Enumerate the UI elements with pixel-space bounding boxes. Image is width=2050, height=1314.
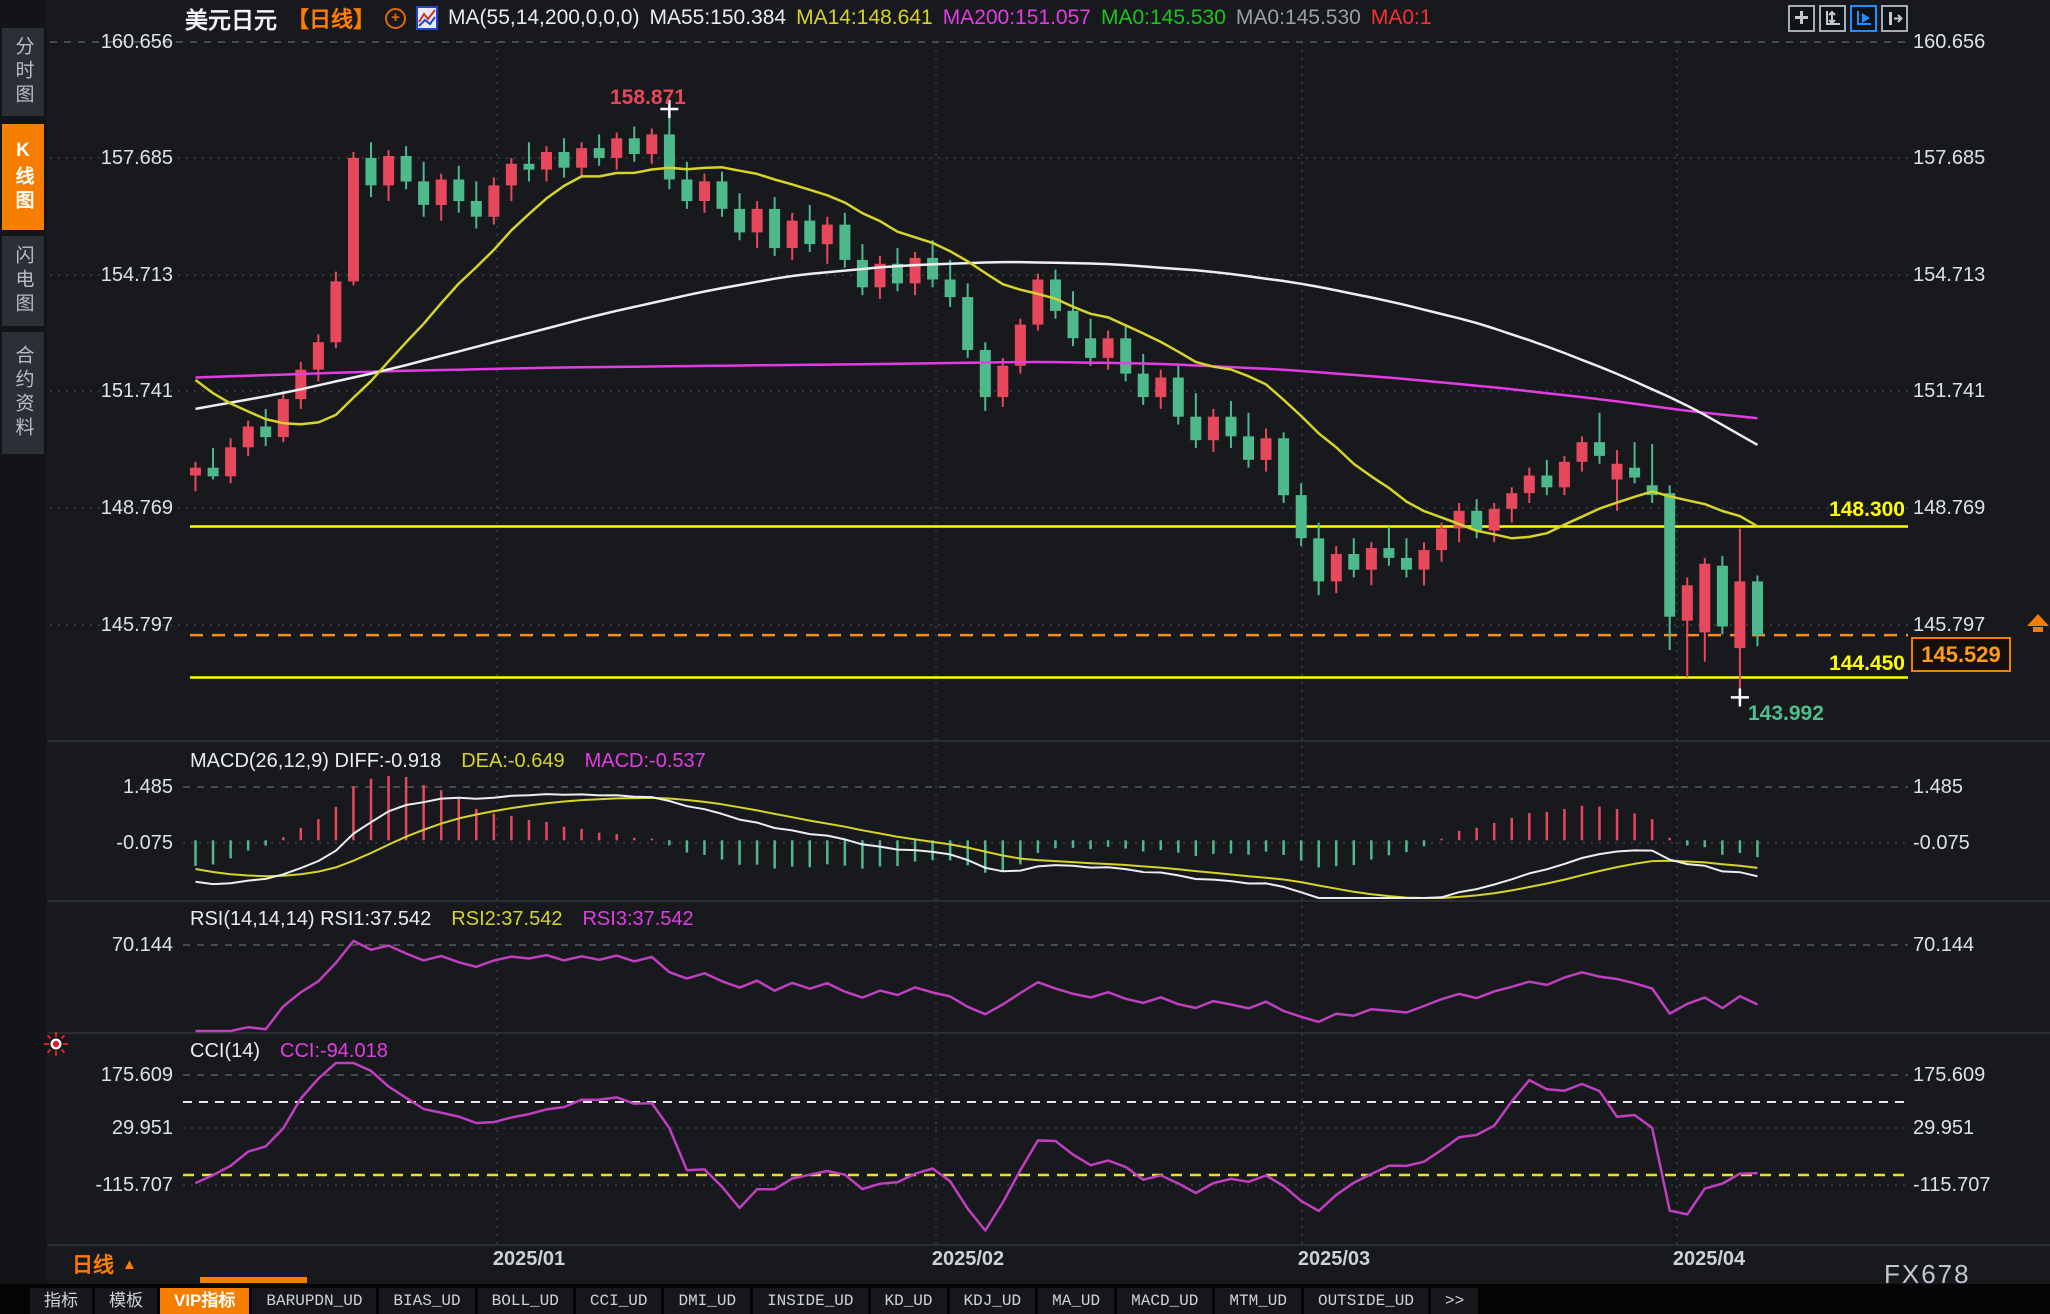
rsi3-value: RSI3:37.542 — [582, 908, 693, 931]
shift-bar-icon[interactable] — [1881, 5, 1908, 32]
price-axis-label: 154.713 — [45, 263, 173, 287]
macd-diff-value: DIFF:-0.918 — [335, 750, 442, 772]
chart-toolbar — [1788, 5, 1908, 32]
price-axis-label: 148.769 — [45, 496, 173, 520]
price-axis-label: 145.797 — [1913, 613, 1985, 637]
resistance-level-label: 148.300 — [1700, 498, 1905, 522]
month-axis-label: 2025/04 — [1649, 1248, 1769, 1271]
add-compare-icon[interactable]: + — [385, 8, 406, 29]
macd-axis-label: 1.485 — [45, 775, 173, 799]
period-tag: 【日线】 — [287, 2, 375, 34]
cci-axis-label: 175.609 — [45, 1063, 173, 1087]
axis-range-icon[interactable] — [1819, 5, 1846, 32]
indicator-tab-指标[interactable]: 指标 — [30, 1288, 92, 1314]
macd-macd-value: MACD:-0.537 — [585, 750, 706, 773]
indicator-tab-BARUPDN_UD[interactable]: BARUPDN_UD — [252, 1288, 376, 1314]
macd-axis-label: -0.075 — [45, 831, 173, 855]
indicator-tab-CCI_UD[interactable]: CCI_UD — [576, 1288, 662, 1314]
rsi2-value: RSI2:37.542 — [451, 908, 562, 931]
indicator-tab-BOLL_UD[interactable]: BOLL_UD — [478, 1288, 573, 1314]
cci-value: CCI:-94.018 — [280, 1040, 388, 1063]
rsi-panel-header: RSI(14,14,14) RSI1:37.542 RSI2:37.542 RS… — [190, 908, 694, 931]
chart-canvas[interactable] — [0, 0, 2050, 1284]
rsi-axis-label: 70.144 — [1913, 933, 1974, 957]
rsi-axis-label: 70.144 — [45, 933, 173, 957]
period-dropdown-arrow: ▲ — [122, 1256, 137, 1273]
crosshair-target-icon[interactable] — [44, 1032, 68, 1056]
indicator-tab-MA_UD[interactable]: MA_UD — [1038, 1288, 1114, 1314]
macd-title: MACD(26,12,9) — [190, 750, 329, 772]
price-axis-label: 145.797 — [45, 613, 173, 637]
cci-axis-label: -115.707 — [45, 1173, 173, 1197]
indicator-tab-MACD_UD[interactable]: MACD_UD — [1117, 1288, 1212, 1314]
rsi1-value: RSI1:37.542 — [320, 908, 431, 930]
cci-axis-label: 175.609 — [1913, 1063, 1985, 1087]
ma0-green-value: MA0:145.530 — [1101, 6, 1226, 30]
axis-play-icon[interactable] — [1850, 5, 1877, 32]
cci-title: CCI(14) — [190, 1040, 260, 1063]
move-cross-icon[interactable] — [1788, 5, 1815, 32]
price-axis-label: 151.741 — [45, 379, 173, 403]
trading-app-window: 分时图 K线图闪电图合约资料 美元日元 【日线】 + MA(55,14,200,0… — [0, 0, 2050, 1314]
indicator-tab-OUTSIDE_UD[interactable]: OUTSIDE_UD — [1304, 1288, 1428, 1314]
macd-axis-label: -0.075 — [1913, 831, 1970, 855]
ma14-value: MA14:148.641 — [796, 6, 933, 30]
indicator-tab-KDJ_UD[interactable]: KDJ_UD — [950, 1288, 1036, 1314]
indicator-tab-DMI_UD[interactable]: DMI_UD — [664, 1288, 750, 1314]
low-price-annotation: 143.992 — [1748, 702, 1824, 726]
cci-panel-header: CCI(14) CCI:-94.018 — [190, 1040, 388, 1063]
month-axis-label: 2025/03 — [1274, 1248, 1394, 1271]
cci-axis-label: 29.951 — [45, 1116, 173, 1140]
indicator-tab-模板[interactable]: 模板 — [95, 1288, 157, 1314]
h-scrollbar-thumb[interactable] — [200, 1277, 307, 1283]
price-axis-label: 160.656 — [1913, 30, 1985, 54]
ma-params-label: MA(55,14,200,0,0,0) — [448, 6, 639, 30]
macd-axis-label: 1.485 — [1913, 775, 1963, 799]
indicator-tab-VIP指标[interactable]: VIP指标 — [160, 1288, 249, 1314]
ma200-value: MA200:151.057 — [943, 6, 1091, 30]
cci-axis-label: -115.707 — [1913, 1173, 1990, 1197]
sidebar-item-1[interactable]: 分时图 — [2, 28, 44, 116]
last-price-box: 145.529 — [1911, 637, 2011, 672]
indicator-chart-icon[interactable] — [416, 6, 438, 30]
indicator-tab-BIAS_UD[interactable]: BIAS_UD — [379, 1288, 474, 1314]
rsi-title: RSI(14,14,14) — [190, 908, 315, 930]
price-axis-label: 148.769 — [1913, 496, 1985, 520]
month-axis-label: 2025/02 — [908, 1248, 1028, 1271]
period-dropdown[interactable]: 日线 ▲ — [72, 1249, 137, 1279]
macd-panel-header: MACD(26,12,9) DIFF:-0.918 DEA:-0.649 MAC… — [190, 750, 706, 773]
price-axis-label: 157.685 — [45, 146, 173, 170]
support-level-label: 144.450 — [1700, 652, 1905, 676]
price-axis-label: 157.685 — [1913, 146, 1985, 170]
month-axis-label: 2025/01 — [469, 1248, 589, 1271]
symbol-title: 美元日元 — [185, 1, 277, 35]
price-axis-label: 154.713 — [1913, 263, 1985, 287]
sidebar-item-4[interactable]: 合约资料 — [2, 332, 44, 454]
macd-dea-value: DEA:-0.649 — [461, 750, 564, 773]
chart-type-sidebar: 分时图 K线图闪电图合约资料 — [0, 0, 47, 1314]
ma0-gray-value: MA0:145.530 — [1236, 6, 1361, 30]
sidebar-item-3[interactable]: 闪电图 — [2, 236, 44, 326]
cci-axis-label: 29.951 — [1913, 1116, 1974, 1140]
high-price-annotation: 158.871 — [610, 86, 686, 110]
ma55-value: MA55:150.384 — [649, 6, 786, 30]
ma0-red-value: MA0:1 — [1371, 6, 1432, 30]
indicator-tab-KD_UD[interactable]: KD_UD — [871, 1288, 947, 1314]
indicator-tab-MTM_UD[interactable]: MTM_UD — [1215, 1288, 1301, 1314]
price-axis-label: 151.741 — [1913, 379, 1985, 403]
price-axis-label: 160.656 — [45, 30, 173, 54]
period-label: 日线 — [72, 1249, 114, 1279]
indicator-tab-bar: 指标模板VIP指标BARUPDN_UDBIAS_UDBOLL_UDCCI_UDD… — [0, 1284, 2050, 1314]
tabs-overflow-button[interactable]: >> — [1431, 1288, 1478, 1314]
indicator-tab-INSIDE_UD[interactable]: INSIDE_UD — [753, 1288, 867, 1314]
chart-header-legend: 美元日元 【日线】 + MA(55,14,200,0,0,0) MA55:150… — [185, 4, 1432, 32]
sidebar-item-2[interactable]: K线图 — [2, 124, 44, 230]
